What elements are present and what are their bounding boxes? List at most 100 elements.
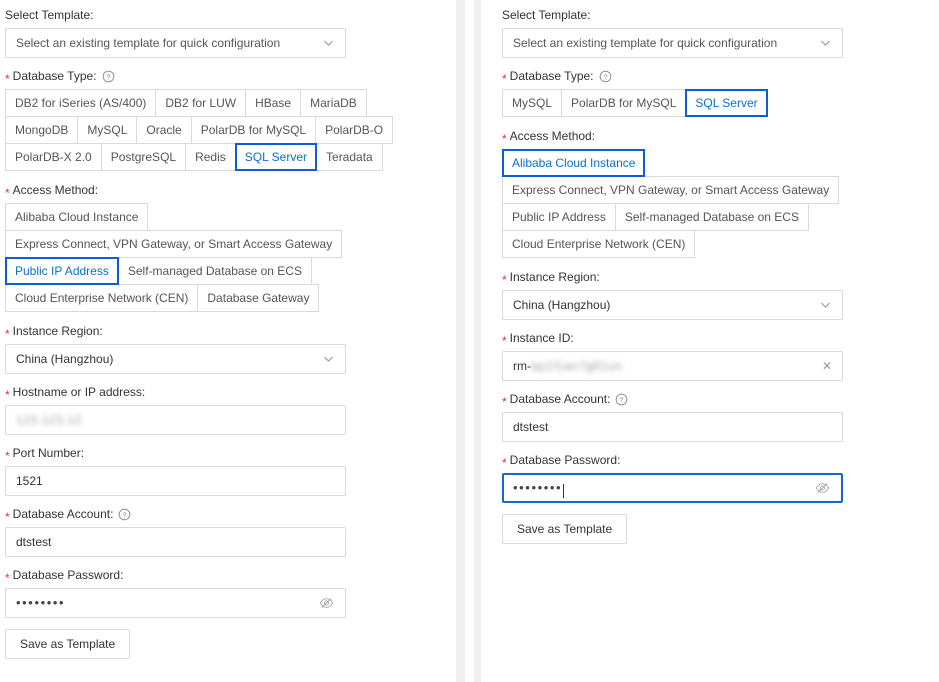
chevron-down-icon [819, 37, 832, 50]
right-database-account-value: dtstest [513, 413, 548, 441]
close-x-icon[interactable]: ✕ [822, 360, 832, 372]
right-database-password-label-text: Database Password: [510, 453, 621, 468]
left-database-type-tab-polardb-x-2-0[interactable]: PolarDB-X 2.0 [5, 143, 102, 171]
left-hostname-required-mark: * [5, 389, 10, 401]
panel-divider [448, 0, 481, 682]
left-select-template-dropdown[interactable]: Select an existing template for quick co… [5, 28, 346, 58]
left-database-password-label-text: Database Password: [13, 568, 124, 583]
right-database-type-label-text: Database Type: [510, 69, 594, 84]
right-select-template-label: Select Template: [502, 8, 929, 23]
svg-text:?: ? [603, 74, 607, 81]
left-database-type-tab-oracle[interactable]: Oracle [136, 116, 191, 144]
right-database-account-required-mark: * [502, 396, 507, 408]
left-database-type-tab-db2-for-iseries-as-400[interactable]: DB2 for iSeries (AS/400) [5, 89, 156, 117]
right-instance-id-required-mark: * [502, 335, 507, 347]
right-database-type-tab-mysql[interactable]: MySQL [502, 89, 562, 117]
left-access-method-required-mark: * [5, 187, 10, 199]
left-save-template-field: Save as Template [5, 629, 438, 659]
left-database-password-field: * Database Password: •••••••• [5, 568, 438, 618]
left-select-template-field: Select Template: Select an existing temp… [5, 8, 438, 58]
left-access-method-tab-cloud-enterprise-network-cen[interactable]: Cloud Enterprise Network (CEN) [5, 284, 198, 312]
left-database-account-input[interactable]: dtstest [5, 527, 346, 557]
dts-database-connection-screen: Select Template: Select an existing temp… [0, 0, 939, 682]
right-database-account-input[interactable]: dtstest [502, 412, 843, 442]
left-database-type-tab-mariadb[interactable]: MariaDB [300, 89, 367, 117]
left-database-type-tab-redis[interactable]: Redis [185, 143, 236, 171]
left-database-type-required-mark: * [5, 73, 10, 85]
left-port-value: 1521 [16, 467, 43, 495]
left-database-type-tab-sql-server[interactable]: SQL Server [235, 143, 317, 171]
left-hostname-input[interactable]: 123.123.12 [5, 405, 346, 435]
left-database-type-tab-polardb-o[interactable]: PolarDB-O [315, 116, 393, 144]
svg-text:?: ? [620, 397, 624, 404]
right-select-template-dropdown[interactable]: Select an existing template for quick co… [502, 28, 843, 58]
right-database-type-field: * Database Type: ? MySQLPolarDB for MySQ… [502, 69, 929, 116]
right-select-template-field: Select Template: Select an existing temp… [502, 8, 929, 58]
right-database-account-label-text: Database Account: [510, 392, 611, 407]
question-circle-icon[interactable]: ? [599, 70, 612, 83]
left-instance-region-label: * Instance Region: [5, 324, 438, 339]
left-port-field: * Port Number: 1521 [5, 446, 438, 496]
right-access-method-required-mark: * [502, 133, 507, 145]
left-save-as-template-button[interactable]: Save as Template [5, 629, 130, 659]
right-instance-id-input[interactable]: rm- bp1f1an7g81un ✕ [502, 351, 843, 381]
right-instance-id-value: bp1f1an7g81un [531, 352, 622, 380]
right-instance-region-label-text: Instance Region: [510, 270, 600, 285]
right-save-template-field: Save as Template [502, 514, 929, 544]
left-database-type-tab-teradata[interactable]: Teradata [316, 143, 383, 171]
question-circle-icon[interactable]: ? [615, 393, 628, 406]
right-database-type-tab-polardb-for-mysql[interactable]: PolarDB for MySQL [561, 89, 686, 117]
left-port-input[interactable]: 1521 [5, 466, 346, 496]
left-access-method-tab-express-connect-vpn-gateway-or-smart-access-gateway[interactable]: Express Connect, VPN Gateway, or Smart A… [5, 230, 342, 258]
right-select-template-label-text: Select Template: [502, 8, 591, 23]
left-port-label-text: Port Number: [13, 446, 84, 461]
left-access-method-tab-public-ip-address[interactable]: Public IP Address [5, 257, 119, 285]
right-database-password-required-mark: * [502, 457, 507, 469]
left-database-password-input[interactable]: •••••••• [5, 588, 346, 618]
right-database-password-label: * Database Password: [502, 453, 929, 468]
left-database-password-value: •••••••• [16, 589, 65, 617]
left-database-type-tab-mysql[interactable]: MySQL [77, 116, 137, 144]
eye-off-icon[interactable] [319, 596, 334, 611]
right-config-panel: Select Template: Select an existing temp… [481, 0, 939, 682]
right-select-template-value: Select an existing template for quick co… [513, 36, 777, 50]
left-database-type-label-text: Database Type: [13, 69, 97, 84]
eye-off-icon[interactable] [815, 481, 830, 496]
left-access-method-tab-database-gateway[interactable]: Database Gateway [197, 284, 319, 312]
right-instance-region-dropdown[interactable]: China (Hangzhou) [502, 290, 843, 320]
chevron-down-icon [322, 37, 335, 50]
left-access-method-field: * Access Method: Alibaba Cloud InstanceE… [5, 183, 438, 311]
right-instance-region-label: * Instance Region: [502, 270, 929, 285]
left-database-type-tab-mongodb[interactable]: MongoDB [5, 116, 78, 144]
left-database-type-tab-polardb-for-mysql[interactable]: PolarDB for MySQL [191, 116, 316, 144]
question-circle-icon[interactable]: ? [102, 70, 115, 83]
left-database-account-value: dtstest [16, 528, 51, 556]
left-instance-region-required-mark: * [5, 328, 10, 340]
left-access-method-tab-self-managed-database-on-ecs[interactable]: Self-managed Database on ECS [118, 257, 312, 285]
left-instance-region-field: * Instance Region: China (Hangzhou) [5, 324, 438, 374]
left-select-template-label: Select Template: [5, 8, 438, 23]
right-access-method-tab-cloud-enterprise-network-cen[interactable]: Cloud Enterprise Network (CEN) [502, 230, 695, 258]
left-database-type-tab-postgresql[interactable]: PostgreSQL [101, 143, 186, 171]
left-instance-region-dropdown[interactable]: China (Hangzhou) [5, 344, 346, 374]
right-access-method-tab-alibaba-cloud-instance[interactable]: Alibaba Cloud Instance [502, 149, 645, 177]
question-circle-icon[interactable]: ? [118, 508, 131, 521]
left-hostname-value: 123.123.12 [16, 406, 82, 434]
left-database-type-tab-hbase[interactable]: HBase [245, 89, 301, 117]
left-access-method-tab-alibaba-cloud-instance[interactable]: Alibaba Cloud Instance [5, 203, 148, 231]
right-instance-id-field: * Instance ID: rm- bp1f1an7g81un ✕ [502, 331, 929, 381]
right-access-method-tab-public-ip-address[interactable]: Public IP Address [502, 203, 616, 231]
left-database-account-label: * Database Account: ? [5, 507, 438, 522]
left-database-type-field: * Database Type: ? DB2 for iSeries (AS/4… [5, 69, 438, 170]
right-database-type-tab-sql-server[interactable]: SQL Server [685, 89, 767, 117]
left-database-type-tab-db2-for-luw[interactable]: DB2 for LUW [155, 89, 246, 117]
left-access-method-label-text: Access Method: [13, 183, 98, 198]
right-access-method-tab-express-connect-vpn-gateway-or-smart-access-gateway[interactable]: Express Connect, VPN Gateway, or Smart A… [502, 176, 839, 204]
left-database-account-field: * Database Account: ? dtstest [5, 507, 438, 557]
left-select-template-value: Select an existing template for quick co… [16, 36, 280, 50]
right-database-password-input[interactable]: •••••••• [502, 473, 843, 503]
right-access-method-tab-self-managed-database-on-ecs[interactable]: Self-managed Database on ECS [615, 203, 809, 231]
right-instance-region-value: China (Hangzhou) [513, 291, 610, 319]
right-save-as-template-button[interactable]: Save as Template [502, 514, 627, 544]
right-instance-region-field: * Instance Region: China (Hangzhou) [502, 270, 929, 320]
